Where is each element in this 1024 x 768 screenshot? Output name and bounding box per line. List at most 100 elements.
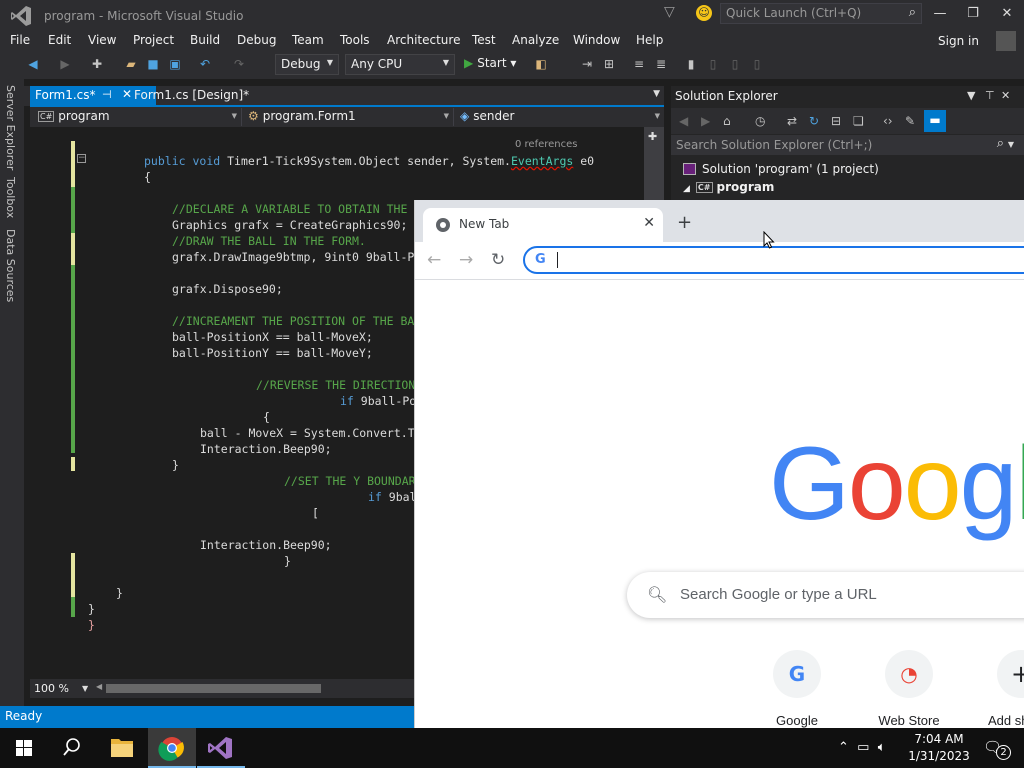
layout-icon[interactable]: ⊞ bbox=[602, 57, 616, 71]
scroll-left-icon[interactable]: ◀ bbox=[96, 682, 102, 691]
solution-explorer-search-input[interactable]: Search Solution Explorer (Ctrl+;) ⌕ ▼ bbox=[671, 135, 1024, 155]
refresh-icon[interactable]: ↻ bbox=[809, 114, 819, 128]
minimize-icon[interactable]: — bbox=[930, 6, 950, 21]
menu-project[interactable]: Project bbox=[133, 33, 174, 47]
system-tray-icons[interactable]: ⌃ ▭ 🔈︎ bbox=[838, 740, 886, 755]
start-button[interactable] bbox=[0, 728, 48, 768]
sync-icon[interactable]: ⇄ bbox=[787, 114, 797, 128]
zoom-level[interactable]: 100 % bbox=[34, 682, 69, 695]
browse-icon[interactable]: ◧ bbox=[534, 57, 548, 71]
menu-test[interactable]: Test bbox=[472, 33, 496, 47]
split-editor-icon[interactable]: ✚ bbox=[648, 130, 657, 143]
history-icon[interactable]: ◷ bbox=[755, 114, 765, 128]
start-debugging-button[interactable]: ▶ Start ▾ bbox=[464, 56, 516, 70]
shortcut-tile-web-store[interactable]: ◔ Web Store bbox=[854, 650, 964, 728]
menu-window[interactable]: Window bbox=[573, 33, 620, 47]
chevron-down-icon[interactable]: ▼ bbox=[82, 684, 88, 693]
menu-debug[interactable]: Debug bbox=[237, 33, 276, 47]
close-icon[interactable]: ✕ bbox=[1001, 89, 1010, 102]
code-line: } bbox=[116, 586, 123, 600]
file-explorer-button[interactable] bbox=[98, 728, 146, 768]
forward-icon[interactable]: ▶ bbox=[701, 114, 710, 128]
sign-in-link[interactable]: Sign in bbox=[938, 34, 979, 48]
show-all-files-icon[interactable]: ❏ bbox=[853, 114, 864, 128]
solution-platform-select[interactable]: Any CPU ▼ bbox=[345, 54, 455, 75]
collapse-all-icon[interactable]: ⊟ bbox=[831, 114, 841, 128]
bookmark-icon[interactable]: ▮ bbox=[684, 57, 698, 71]
editor-horizontal-scrollbar-thumb[interactable] bbox=[106, 684, 321, 693]
close-tab-icon[interactable]: ✕ bbox=[643, 215, 655, 231]
visual-studio-taskbar-button[interactable] bbox=[197, 728, 245, 768]
properties-wrench-icon[interactable]: ✎ bbox=[905, 114, 915, 128]
save-icon[interactable]: ■ bbox=[146, 57, 160, 71]
chrome-taskbar-button[interactable] bbox=[148, 728, 196, 768]
server-explorer-tab[interactable]: Server Explorer bbox=[4, 85, 17, 170]
solution-node[interactable]: Solution 'program' (1 project) bbox=[683, 162, 879, 176]
address-bar-input[interactable]: G bbox=[523, 246, 1024, 274]
close-icon[interactable]: ✕ bbox=[997, 6, 1017, 21]
restore-icon[interactable]: ❐ bbox=[963, 6, 983, 21]
notifications-filter-icon[interactable]: ▽ bbox=[664, 4, 675, 20]
bookmark-next-icon[interactable]: ▯ bbox=[728, 57, 742, 71]
bookmark-prev-icon[interactable]: ▯ bbox=[706, 57, 720, 71]
toolbox-tab[interactable]: Toolbox bbox=[4, 177, 17, 218]
preview-selected-icon[interactable]: ▬ bbox=[924, 110, 946, 132]
clock-time[interactable]: 7:04 AM bbox=[890, 732, 988, 746]
step-icon[interactable]: ⇥ bbox=[580, 57, 594, 71]
account-avatar-icon[interactable] bbox=[996, 31, 1016, 51]
new-project-icon[interactable]: ✚ bbox=[90, 57, 104, 71]
chevron-down-icon[interactable]: ▼ bbox=[1008, 140, 1014, 149]
feedback-smiley-icon[interactable]: ☺ bbox=[696, 5, 712, 21]
view-code-icon[interactable]: ‹› bbox=[883, 114, 893, 128]
menu-file[interactable]: File bbox=[10, 33, 30, 47]
menu-architecture[interactable]: Architecture bbox=[387, 33, 460, 47]
back-arrow-icon[interactable]: ← bbox=[427, 250, 441, 270]
google-search-box[interactable]: 🔍︎ Search Google or type a URL bbox=[627, 572, 1024, 618]
data-sources-tab[interactable]: Data Sources bbox=[4, 229, 17, 302]
save-all-icon[interactable]: ▣ bbox=[168, 57, 182, 71]
close-tab-icon[interactable]: ✕ bbox=[122, 87, 132, 101]
menu-help[interactable]: Help bbox=[636, 33, 663, 47]
class-dropdown[interactable]: ⚙ program.Form1 ▼ bbox=[244, 108, 454, 126]
redo-icon[interactable]: ↷ bbox=[232, 57, 246, 71]
forward-nav-icon[interactable]: ▶ bbox=[58, 57, 72, 71]
menu-analyze[interactable]: Analyze bbox=[512, 33, 559, 47]
pin-icon[interactable]: ⊤ bbox=[985, 89, 995, 102]
menu-edit[interactable]: Edit bbox=[48, 33, 71, 47]
collapse-outline-icon[interactable]: − bbox=[77, 154, 86, 163]
indent-icon[interactable]: ≣ bbox=[654, 57, 668, 71]
chrome-tab-new-tab[interactable]: New Tab ✕ bbox=[423, 208, 663, 242]
menu-tools[interactable]: Tools bbox=[340, 33, 370, 47]
document-tabs: Form1.cs* ⊣ ✕ Form1.cs [Design]* ▼ bbox=[24, 86, 664, 106]
tabs-overflow-icon[interactable]: ▼ bbox=[653, 89, 660, 99]
tab-form1-design[interactable]: Form1.cs [Design]* bbox=[134, 88, 249, 102]
undo-icon[interactable]: ↶ bbox=[198, 57, 212, 71]
member-dropdown[interactable]: ◈ sender ▼ bbox=[456, 108, 664, 126]
back-nav-icon[interactable]: ◀ bbox=[26, 57, 40, 71]
solution-configuration-select[interactable]: Debug ▼ bbox=[275, 54, 339, 75]
outdent-icon[interactable]: ≡ bbox=[632, 57, 646, 71]
menu-build[interactable]: Build bbox=[190, 33, 220, 47]
menu-view[interactable]: View bbox=[88, 33, 116, 47]
open-folder-icon[interactable]: ▰ bbox=[124, 57, 138, 71]
forward-arrow-icon[interactable]: → bbox=[459, 250, 473, 270]
project-dropdown[interactable]: C# program ▼ bbox=[34, 108, 242, 126]
shortcut-tile-add[interactable]: + Add sho bbox=[966, 650, 1024, 728]
expanded-triangle-icon[interactable]: ◢ bbox=[683, 184, 690, 194]
quick-launch-input[interactable]: Quick Launch (Ctrl+Q) ⌕ bbox=[720, 3, 922, 24]
chevron-down-icon[interactable]: ▼ bbox=[967, 89, 975, 102]
code-line: //SET THE Y BOUNDAR bbox=[284, 474, 416, 488]
home-icon[interactable]: ⌂ bbox=[723, 114, 731, 128]
pin-icon[interactable]: ⊣ bbox=[102, 88, 112, 101]
bookmark-clear-icon[interactable]: ▯ bbox=[750, 57, 764, 71]
reload-icon[interactable]: ↻ bbox=[491, 250, 505, 270]
back-icon[interactable]: ◀ bbox=[679, 114, 688, 128]
chrome-tab-strip: New Tab ✕ + bbox=[415, 200, 1024, 242]
project-node[interactable]: ◢ C# program bbox=[683, 180, 774, 194]
clock-date[interactable]: 1/31/2023 bbox=[890, 749, 988, 763]
new-tab-plus-icon[interactable]: + bbox=[677, 214, 692, 232]
search-button[interactable] bbox=[48, 728, 96, 768]
menu-team[interactable]: Team bbox=[292, 33, 324, 47]
shortcut-tile-google[interactable]: G Google bbox=[742, 650, 852, 728]
code-lens-references[interactable]: 0 references bbox=[515, 139, 578, 150]
